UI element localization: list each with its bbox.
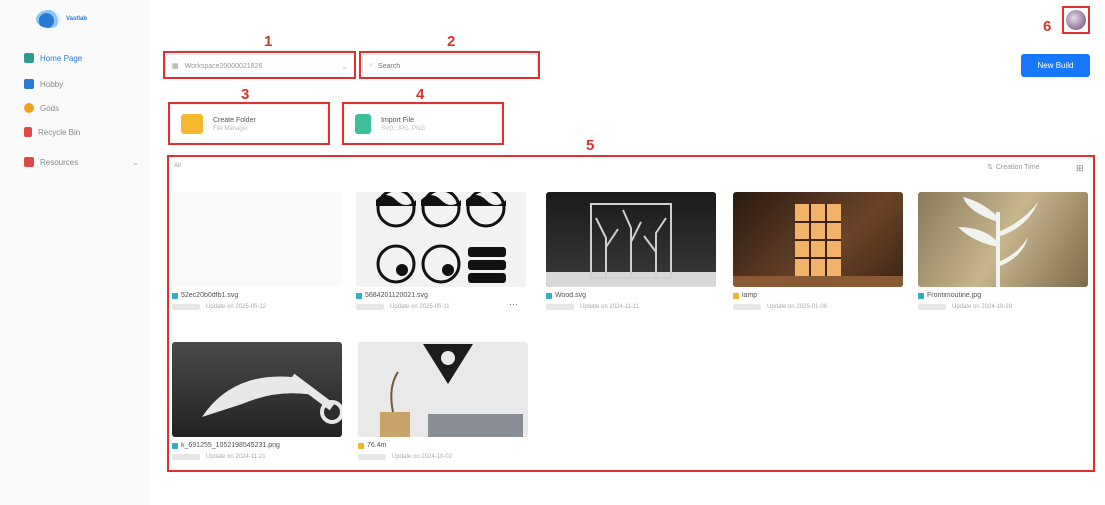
annotation-number-3: 3 (241, 86, 250, 103)
app-logo[interactable]: Vastlab (36, 8, 116, 30)
sidebar-item-gods[interactable]: Gods (24, 101, 139, 115)
annotation-number-2: 2 (447, 33, 456, 50)
annotation-number-5: 5 (586, 137, 595, 154)
annotation-number-1: 1 (264, 33, 273, 50)
annotation-box-6 (1062, 6, 1090, 34)
annotation-number-4: 4 (416, 86, 425, 103)
sidebar-item-label: Recycle Bin (38, 127, 81, 137)
brand-name: Vastlab (66, 16, 88, 22)
annotation-number-6: 6 (1043, 18, 1052, 35)
sidebar-item-label: Resources (40, 157, 79, 167)
home-icon (24, 53, 34, 63)
sidebar-item-hobby[interactable]: Hobby (24, 77, 139, 91)
sidebar-item-label: Home Page (40, 53, 83, 63)
gift-icon (24, 103, 34, 113)
annotation-box-2 (359, 51, 540, 79)
annotation-box-4 (342, 102, 504, 145)
logo-icon (36, 10, 62, 28)
sidebar-item-resources[interactable]: Resources ⌄ (24, 155, 139, 169)
sidebar-item-home-page[interactable]: Home Page (24, 51, 139, 65)
chevron-down-icon[interactable]: ⌄ (132, 158, 139, 167)
sidebar-item-label: Hobby (40, 79, 64, 89)
folder-icon (24, 79, 34, 89)
sidebar-item-label: Gods (40, 103, 60, 113)
trash-icon (24, 127, 32, 137)
new-build-button[interactable]: New Build (1021, 54, 1090, 77)
book-icon (24, 157, 34, 167)
annotation-box-1 (163, 51, 356, 79)
annotation-box-3 (168, 102, 330, 145)
annotation-box-5 (167, 155, 1095, 472)
sidebar-item-recycle-bin[interactable]: Recycle Bin (24, 125, 139, 139)
sidebar: Vastlab Home Page Hobby Gods Recycle Bin… (0, 0, 150, 505)
